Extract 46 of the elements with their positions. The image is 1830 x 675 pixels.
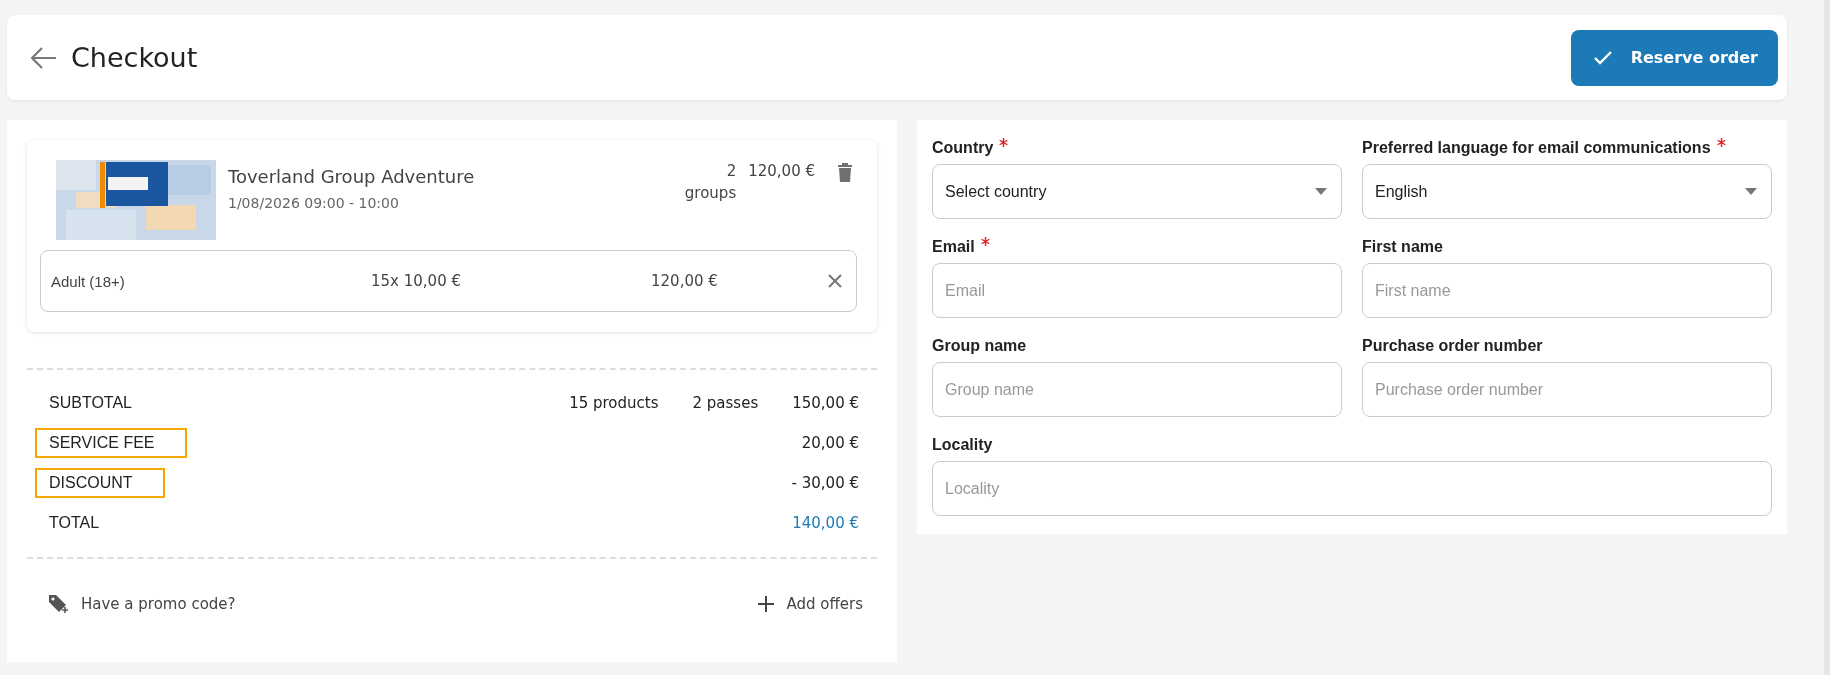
field-label: Group name [932, 336, 1027, 356]
plus-icon [758, 596, 775, 612]
close-icon[interactable] [828, 274, 842, 288]
ticket-quantity: 15x 10,00 € [371, 272, 462, 290]
field-label: Locality [932, 435, 993, 455]
promo-code-link[interactable]: Have a promo code? [47, 593, 236, 615]
tag-icon [47, 593, 69, 615]
dropdown-caret-icon [1315, 188, 1327, 195]
reserve-order-button[interactable]: Reserve order [1570, 29, 1778, 86]
input-field[interactable]: Email [932, 263, 1342, 318]
ticket-total: 120,00 € [651, 272, 719, 290]
field-label: Country [932, 138, 994, 158]
summary-label: SERVICE FEE [35, 427, 187, 458]
field-label: First name [1362, 237, 1443, 257]
quantity-unit: groups [684, 183, 737, 204]
page-title: Checkout [71, 42, 198, 73]
product-date: 1/08/2026 09:00 - 10:00 [228, 195, 400, 211]
summary-amount: 20,00 € [801, 433, 859, 452]
summary-amount: - 30,00 € [791, 473, 859, 492]
summary-label: SUBTOTAL [48, 392, 133, 413]
ticket-name: Adult (18+) [51, 272, 126, 290]
input-field[interactable]: Locality [932, 461, 1772, 516]
summary-amount: 140,00 € [792, 513, 859, 532]
summary-label: TOTAL [48, 512, 101, 533]
selected-value: Select country [945, 182, 1047, 201]
input-field[interactable]: First name [1362, 263, 1772, 318]
summary-label: DISCOUNT [35, 467, 165, 498]
field-label: Purchase order number [1362, 336, 1543, 356]
dropdown-field[interactable]: English [1362, 164, 1772, 219]
product-title: Toverland Group Adventure [228, 166, 476, 187]
quantity-count: 2 [726, 161, 737, 182]
summary-amount: 150,00 € [792, 393, 859, 412]
passes-count: 2 passes [692, 393, 759, 412]
back-arrow-icon[interactable] [31, 46, 57, 69]
dropdown-caret-icon [1745, 188, 1757, 195]
input-field[interactable]: Group name [932, 362, 1342, 417]
dropdown-field[interactable]: Select country [932, 164, 1342, 219]
product-price: 120,00 € [748, 161, 815, 182]
trash-icon[interactable] [837, 162, 853, 182]
selected-value: English [1375, 182, 1428, 201]
products-count: 15 products [569, 393, 659, 412]
checkmark-icon [1592, 49, 1613, 66]
input-field[interactable]: Purchase order number [1362, 362, 1772, 417]
field-label: Email [932, 237, 975, 257]
field-label: Preferred language for email communications [1362, 138, 1711, 158]
add-offers-link[interactable]: Add offers [758, 595, 863, 613]
